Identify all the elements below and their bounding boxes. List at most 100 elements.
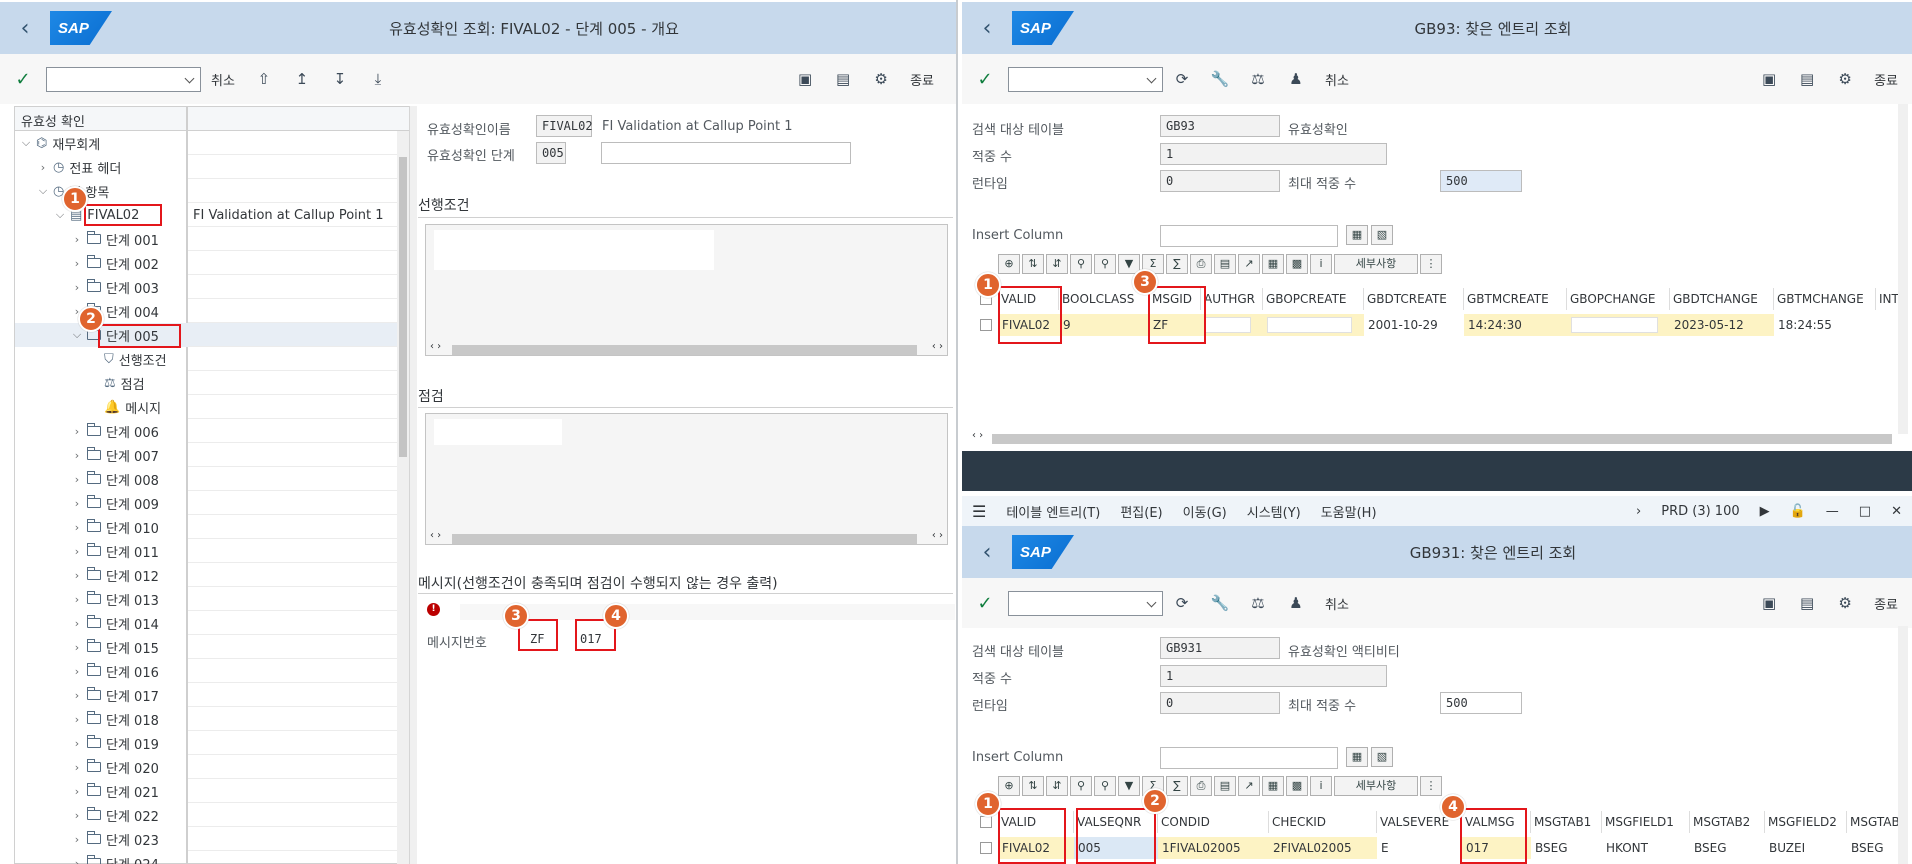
tree-node[interactable]: › 단계 001 xyxy=(15,227,397,251)
chevron-right-icon[interactable]: › xyxy=(70,593,84,606)
tree-node[interactable]: › 단계 002 xyxy=(15,251,397,275)
chevron-right-icon[interactable]: › xyxy=(70,425,84,438)
chevron-right-icon[interactable]: › xyxy=(70,833,84,846)
export-icon[interactable]: ↥ xyxy=(283,70,321,88)
tree-node[interactable]: 🔔 메시지 xyxy=(15,395,397,419)
export-icon[interactable]: ↗ xyxy=(1238,254,1260,274)
tree-node[interactable]: › 단계 007 xyxy=(15,443,397,467)
tree-node[interactable]: ⚖ 점검 xyxy=(15,371,397,395)
find-icon[interactable]: ⚲ xyxy=(1070,254,1092,274)
refresh-icon[interactable]: ⟳ xyxy=(1163,594,1201,612)
tree-node[interactable]: › 단계 004 xyxy=(15,299,397,323)
chevron-right-icon[interactable]: › xyxy=(70,689,84,702)
tree-scrollbar[interactable] xyxy=(397,131,409,864)
confirm-check-icon[interactable]: ✓ xyxy=(962,69,1008,90)
details-button[interactable]: 세부사항 xyxy=(1334,254,1418,274)
chevron-right-icon[interactable]: › xyxy=(70,713,84,726)
more-icon[interactable]: ⋮ xyxy=(1420,776,1442,796)
cancel-button[interactable]: 취소 xyxy=(201,70,245,89)
chevron-down-icon[interactable]: ⌵ xyxy=(36,184,50,198)
chevron-right-icon[interactable]: › xyxy=(70,761,84,774)
table-cell[interactable]: 9 xyxy=(1059,314,1149,336)
max-hits-field[interactable]: 500 xyxy=(1440,692,1522,714)
remove-column-icon[interactable]: ▧ xyxy=(1371,747,1393,767)
menu-goto[interactable]: 이동(G) xyxy=(1173,502,1237,521)
insert-column-field[interactable] xyxy=(1160,747,1338,769)
tree-node[interactable]: › 단계 013 xyxy=(15,587,397,611)
exit-button[interactable]: 종료 xyxy=(900,70,956,89)
chevron-right-icon[interactable]: › xyxy=(70,617,84,630)
unlock-icon[interactable]: 🔓 xyxy=(1780,504,1816,519)
details-button[interactable]: 세부사항 xyxy=(1334,776,1418,796)
chevron-right-icon[interactable]: › xyxy=(70,857,84,864)
transport-icon[interactable]: ⚖ xyxy=(1239,594,1277,612)
find-next-icon[interactable]: ⚲ xyxy=(1094,254,1116,274)
search-table-field[interactable]: GB931 xyxy=(1160,637,1280,659)
hamburger-icon[interactable]: ☰ xyxy=(962,502,996,521)
chevron-down-icon[interactable]: ⌵ xyxy=(53,208,67,222)
tree-node[interactable]: ⌵ ⌬ 재무회계 xyxy=(15,131,397,155)
chevron-right-icon[interactable]: › xyxy=(36,161,50,174)
column-header[interactable]: GBOPCREATE xyxy=(1263,288,1364,310)
command-field[interactable] xyxy=(1008,66,1163,92)
up-icon[interactable]: ⇧ xyxy=(245,70,283,88)
check-box[interactable]: ‹ › ‹ › xyxy=(425,413,948,545)
table-cell[interactable]: BSEG xyxy=(1531,837,1602,859)
info-icon[interactable]: i xyxy=(1310,254,1332,274)
tree-node[interactable]: › 단계 024 xyxy=(15,851,397,864)
vertical-scrollbar[interactable] xyxy=(1898,104,1908,434)
back-icon[interactable]: ‹ xyxy=(962,540,1012,565)
sort-asc-icon[interactable]: ⇅ xyxy=(1022,776,1044,796)
wrench-icon[interactable]: 🔧 xyxy=(1201,70,1239,88)
tree-node[interactable]: › 단계 019 xyxy=(15,731,397,755)
find-next-icon[interactable]: ⚲ xyxy=(1094,776,1116,796)
column-header[interactable]: CONDID xyxy=(1158,811,1269,833)
tree-node[interactable]: › 단계 006 xyxy=(15,419,397,443)
insert-column-field[interactable] xyxy=(1160,225,1338,247)
table-cell[interactable]: 2023-05-12 xyxy=(1670,314,1774,336)
layout-icon[interactable]: ▦ xyxy=(1262,254,1284,274)
chevron-right-icon[interactable]: › xyxy=(70,257,84,270)
validation-step-field[interactable]: 005 xyxy=(536,142,566,164)
back-icon[interactable]: ‹ xyxy=(962,16,1012,41)
max-hits-field[interactable]: 500 xyxy=(1440,170,1522,192)
settings-icon[interactable]: ⚙ xyxy=(1826,594,1864,612)
window-icon[interactable]: ▣ xyxy=(1750,594,1788,612)
tree-node[interactable]: › 단계 016 xyxy=(15,659,397,683)
table-cell[interactable]: HKONT xyxy=(1602,837,1690,859)
sort-asc-icon[interactable]: ⇅ xyxy=(1022,254,1044,274)
settings-icon[interactable]: ⚙ xyxy=(862,70,900,88)
table-cell[interactable]: 2001-10-29 xyxy=(1364,314,1464,336)
tree-node[interactable]: ⌵ 단계 005 xyxy=(15,323,397,347)
chevron-right-icon[interactable]: › xyxy=(70,497,84,510)
table-cell[interactable]: 2FIVAL02005 xyxy=(1269,837,1377,859)
subtotal-icon[interactable]: ∑ xyxy=(1166,254,1188,274)
tree-node[interactable]: › 단계 009 xyxy=(15,491,397,515)
column-header[interactable]: MSGTAB1 xyxy=(1531,811,1602,833)
chevron-right-icon[interactable]: › xyxy=(70,281,84,294)
info-icon[interactable]: i xyxy=(1310,776,1332,796)
layout-icon[interactable]: ▤ xyxy=(824,70,862,88)
close-icon[interactable]: ✕ xyxy=(1881,504,1912,519)
subtotal-icon[interactable]: ∑ xyxy=(1166,776,1188,796)
table-cell[interactable] xyxy=(1201,314,1263,336)
chevron-right-icon[interactable]: › xyxy=(70,737,84,750)
confirm-check-icon[interactable]: ✓ xyxy=(962,593,1008,614)
tree-node[interactable]: › 단계 011 xyxy=(15,539,397,563)
tree-node[interactable]: › 단계 008 xyxy=(15,467,397,491)
tree-node[interactable]: › 단계 021 xyxy=(15,779,397,803)
tree-node[interactable]: › 단계 015 xyxy=(15,635,397,659)
chevron-right-icon[interactable]: › xyxy=(70,665,84,678)
chevron-right-icon[interactable]: › xyxy=(1626,504,1651,519)
menu-help[interactable]: 도움말(H) xyxy=(1311,502,1387,521)
table-cell[interactable]: 1FIVAL02005 xyxy=(1158,837,1269,859)
column-header[interactable]: GBDTCHANGE xyxy=(1670,288,1774,310)
column-header[interactable]: GBTMCREATE xyxy=(1464,288,1567,310)
zoom-icon[interactable]: ⊕ xyxy=(998,776,1020,796)
settings-icon[interactable]: ⚙ xyxy=(1826,70,1864,88)
back-icon[interactable]: ‹ xyxy=(0,16,50,41)
table-cell[interactable]: 18:24:55 xyxy=(1774,314,1876,336)
tree-node[interactable]: ⛉ 선행조건 xyxy=(15,347,397,371)
vertical-scrollbar[interactable] xyxy=(1898,626,1908,864)
row-checkbox[interactable] xyxy=(980,842,992,854)
